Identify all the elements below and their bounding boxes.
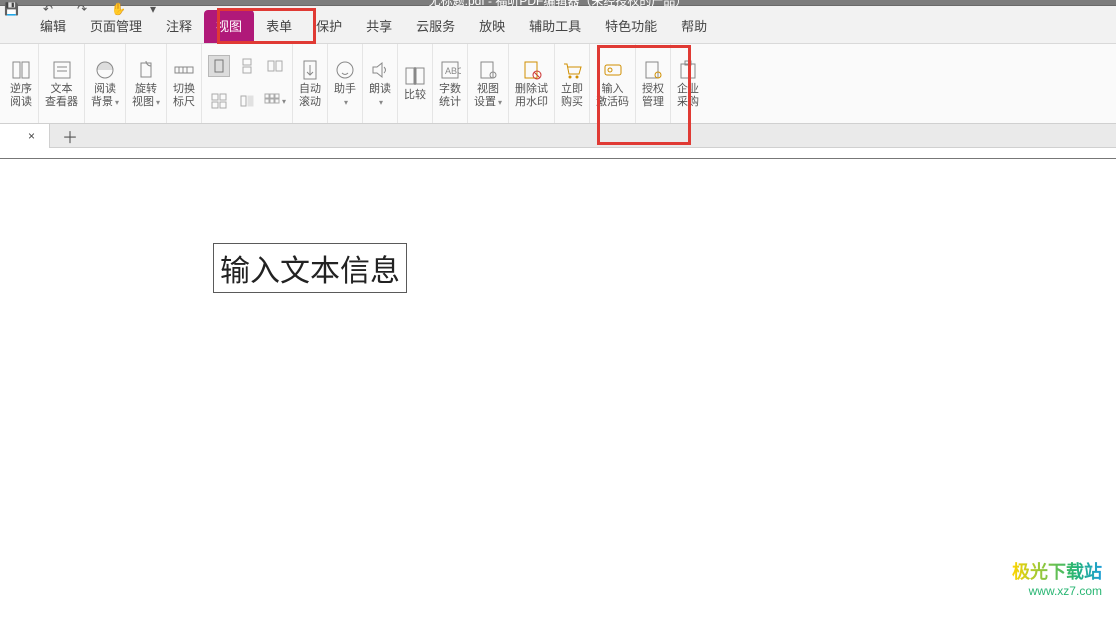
license-icon bbox=[642, 59, 664, 81]
close-tab-icon[interactable]: × bbox=[28, 129, 35, 143]
chevron-down-icon: ▾ bbox=[282, 97, 286, 106]
tab-cloud[interactable]: 云服务 bbox=[404, 10, 467, 43]
svg-text:ABC: ABC bbox=[445, 66, 461, 76]
cart-icon bbox=[561, 59, 583, 81]
ruler-icon bbox=[173, 59, 195, 81]
text-viewer-icon bbox=[51, 59, 73, 81]
document-view[interactable]: 输入文本信息 极光下载站 www.xz7.com bbox=[0, 148, 1116, 606]
tab-form[interactable]: 表单 bbox=[254, 10, 304, 43]
btn-reverse-reading[interactable]: 逆序阅读 bbox=[4, 44, 39, 123]
layout-facing-icon[interactable] bbox=[264, 55, 286, 77]
text-input-frame[interactable]: 输入文本信息 bbox=[213, 243, 407, 293]
document-tab[interactable]: × bbox=[0, 124, 50, 148]
word-count-icon: ABC bbox=[439, 59, 461, 81]
auto-scroll-icon bbox=[299, 59, 321, 81]
btn-text-viewer[interactable]: 文本查看器 bbox=[39, 44, 85, 123]
btn-read-aloud[interactable]: 朗读▾ bbox=[363, 44, 398, 123]
btn-view-settings[interactable]: 视图设置▾ bbox=[468, 44, 509, 123]
compare-icon bbox=[404, 65, 426, 87]
page-layout-group: ▾ bbox=[202, 44, 293, 123]
ribbon-tabs: 💾 ↶ ↷ ✋ ▾ 编辑 页面管理 注释 视图 表单 保护 共享 云服务 放映 … bbox=[0, 6, 1116, 44]
layout-single-page-icon[interactable] bbox=[208, 55, 230, 77]
btn-enterprise-purchase[interactable]: 企业采购 bbox=[671, 44, 705, 123]
tab-special-features[interactable]: 特色功能 bbox=[593, 10, 669, 43]
view-settings-icon bbox=[477, 59, 499, 81]
btn-enter-activation-code[interactable]: 输入激活码 bbox=[590, 44, 636, 123]
rotate-view-icon bbox=[135, 59, 157, 81]
btn-toggle-ruler[interactable]: 切换标尺 bbox=[167, 44, 202, 123]
tab-page-management[interactable]: 页面管理 bbox=[78, 10, 154, 43]
remove-watermark-icon bbox=[521, 59, 543, 81]
document-tab-strip: × ＋ bbox=[0, 124, 1116, 148]
btn-compare[interactable]: 比较 bbox=[398, 44, 433, 123]
chevron-down-icon: ▾ bbox=[156, 98, 160, 107]
layout-facing-continuous-icon[interactable] bbox=[208, 90, 230, 112]
layout-cover-facing-icon[interactable] bbox=[236, 90, 258, 112]
ribbon-view: 逆序阅读 文本查看器 阅读背景▾ 旋转视图▾ 切换标尺 bbox=[0, 44, 1116, 124]
btn-word-count[interactable]: ABC 字数统计 bbox=[433, 44, 468, 123]
btn-auto-scroll[interactable]: 自动滚动 bbox=[293, 44, 328, 123]
btn-assistant[interactable]: 助手▾ bbox=[328, 44, 363, 123]
layout-continuous-icon[interactable] bbox=[236, 55, 258, 77]
btn-remove-trial-watermark[interactable]: 删除试用水印 bbox=[509, 44, 555, 123]
assistant-icon bbox=[334, 59, 356, 81]
tab-share[interactable]: 共享 bbox=[354, 10, 404, 43]
enterprise-icon bbox=[677, 59, 699, 81]
tab-help[interactable]: 帮助 bbox=[669, 10, 719, 43]
read-aloud-icon bbox=[369, 59, 391, 81]
tab-view[interactable]: 视图 bbox=[204, 10, 254, 43]
layout-tiles-icon[interactable]: ▾ bbox=[264, 90, 286, 112]
btn-license-management[interactable]: 授权管理 bbox=[636, 44, 671, 123]
chevron-down-icon: ▾ bbox=[498, 98, 502, 107]
tab-edit[interactable]: 编辑 bbox=[28, 10, 78, 43]
btn-reading-background[interactable]: 阅读背景▾ bbox=[85, 44, 126, 123]
add-tab-button[interactable]: ＋ bbox=[50, 124, 90, 148]
btn-rotate-view[interactable]: 旋转视图▾ bbox=[126, 44, 167, 123]
tab-aux-tools[interactable]: 辅助工具 bbox=[517, 10, 593, 43]
btn-buy-now[interactable]: 立即购买 bbox=[555, 44, 590, 123]
chevron-down-icon: ▾ bbox=[379, 98, 383, 107]
chevron-down-icon: ▾ bbox=[115, 98, 119, 107]
chevron-down-icon: ▾ bbox=[344, 98, 348, 107]
save-icon[interactable]: 💾 bbox=[4, 2, 19, 16]
page-edge bbox=[0, 158, 1116, 598]
reading-background-icon bbox=[94, 59, 116, 81]
reverse-reading-icon bbox=[10, 59, 32, 81]
tab-annotate[interactable]: 注释 bbox=[154, 10, 204, 43]
tab-protect[interactable]: 保护 bbox=[304, 10, 354, 43]
activation-code-icon bbox=[602, 59, 624, 81]
tab-play[interactable]: 放映 bbox=[467, 10, 517, 43]
